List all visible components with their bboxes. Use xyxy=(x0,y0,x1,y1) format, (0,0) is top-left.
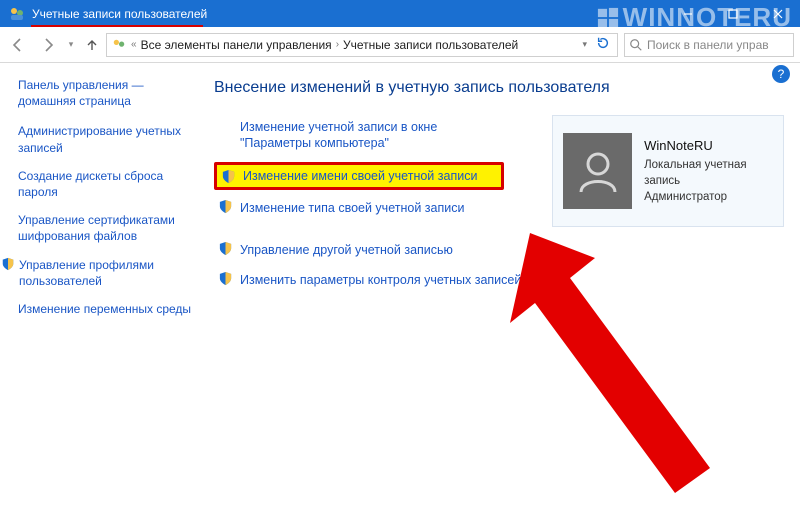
main: ? Внесение изменений в учетную запись по… xyxy=(200,63,800,512)
search-icon xyxy=(629,38,643,52)
user-accounts-icon xyxy=(8,5,26,23)
nav-history-dropdown[interactable]: ▾ xyxy=(64,39,78,50)
action-change-type[interactable]: Изменение типа своей учетной записи xyxy=(214,196,534,220)
search-input[interactable]: Поиск в панели управ xyxy=(624,33,794,57)
sidebar: Панель управления — домашняя страница Ад… xyxy=(0,63,200,512)
address-dropdown[interactable]: ▾ xyxy=(580,39,591,50)
nav-forward-button[interactable] xyxy=(34,31,62,59)
sidebar-item-label: Управление профилями пользователей xyxy=(19,257,194,289)
shield-icon xyxy=(221,169,236,184)
close-button[interactable] xyxy=(755,0,800,27)
sidebar-item-admin-accounts[interactable]: Администрирование учетных записей xyxy=(18,123,194,155)
nav-back-button[interactable] xyxy=(4,31,32,59)
breadcrumb-chevron-1: › xyxy=(334,39,341,50)
user-name: WinNoteRU xyxy=(644,137,773,155)
sidebar-item-user-profiles[interactable]: Управление профилями пользователей xyxy=(18,257,194,289)
windows-logo-icon xyxy=(597,7,619,29)
body: Панель управления — домашняя страница Ад… xyxy=(0,63,800,512)
actions-list: Изменение учетной записи в окне "Парамет… xyxy=(214,115,534,298)
address-bar[interactable]: « Все элементы панели управления › Учетн… xyxy=(106,33,618,57)
action-label: Управление другой учетной записью xyxy=(240,243,453,257)
window-controls xyxy=(665,0,800,27)
action-change-in-settings[interactable]: Изменение учетной записи в окне "Парамет… xyxy=(214,115,494,156)
action-label: Изменить параметры контроля учетных запи… xyxy=(240,273,521,287)
nav-up-button[interactable] xyxy=(80,33,104,57)
refresh-button[interactable] xyxy=(593,36,613,53)
sidebar-home-link[interactable]: Панель управления — домашняя страница xyxy=(18,77,194,109)
shield-icon xyxy=(1,257,15,271)
window-title: Учетные записи пользователей xyxy=(32,7,215,21)
user-card: WinNoteRU Локальная учетная запись Админ… xyxy=(552,115,784,227)
action-label: Изменение типа своей учетной записи xyxy=(240,201,464,215)
control-panel-icon xyxy=(111,37,127,53)
user-account-type: Локальная учетная запись xyxy=(644,157,773,189)
action-label: Изменение имени своей учетной записи xyxy=(243,169,477,183)
titlebar: Учетные записи пользователей WINNOTERU xyxy=(0,0,800,27)
title-underline-annotation xyxy=(31,25,203,27)
search-placeholder: Поиск в панели управ xyxy=(647,38,769,52)
avatar xyxy=(563,133,632,209)
breadcrumb-item-users[interactable]: Учетные записи пользователей xyxy=(343,38,518,52)
toolbar: ▾ « Все элементы панели управления › Уче… xyxy=(0,27,800,63)
shield-icon xyxy=(218,241,233,256)
user-meta: WinNoteRU Локальная учетная запись Админ… xyxy=(644,137,773,205)
user-role: Администратор xyxy=(644,189,773,205)
minimize-button[interactable] xyxy=(665,0,710,27)
maximize-button[interactable] xyxy=(710,0,755,27)
help-button[interactable]: ? xyxy=(772,65,790,83)
action-uac-settings[interactable]: Изменить параметры контроля учетных запи… xyxy=(214,268,534,292)
action-manage-other[interactable]: Управление другой учетной записью xyxy=(214,238,534,262)
action-change-name-highlighted[interactable]: Изменение имени своей учетной записи xyxy=(214,162,504,190)
shield-icon xyxy=(218,271,233,286)
sidebar-item-env-vars[interactable]: Изменение переменных среды xyxy=(18,301,194,317)
sidebar-item-password-reset-disk[interactable]: Создание дискеты сброса пароля xyxy=(18,168,194,200)
page-title: Внесение изменений в учетную запись поль… xyxy=(214,79,784,97)
sidebar-item-encryption-certs[interactable]: Управление сертификатами шифрования файл… xyxy=(18,212,194,244)
breadcrumb-item-all[interactable]: Все элементы панели управления xyxy=(141,38,332,52)
shield-icon xyxy=(218,199,233,214)
breadcrumb-back-button[interactable]: « xyxy=(129,39,139,50)
